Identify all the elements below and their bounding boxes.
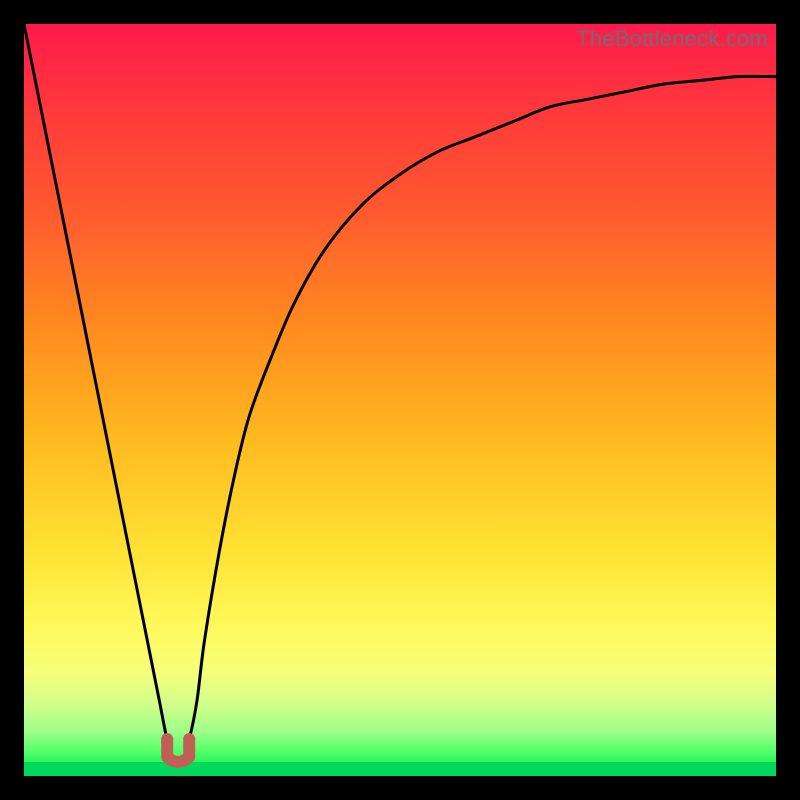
bottleneck-curve [24,24,776,764]
chart-frame: TheBottleneck.com [24,24,776,776]
chart-curve-layer [24,24,776,776]
watermark-text: TheBottleneck.com [576,26,768,52]
minimum-marker [167,739,189,762]
